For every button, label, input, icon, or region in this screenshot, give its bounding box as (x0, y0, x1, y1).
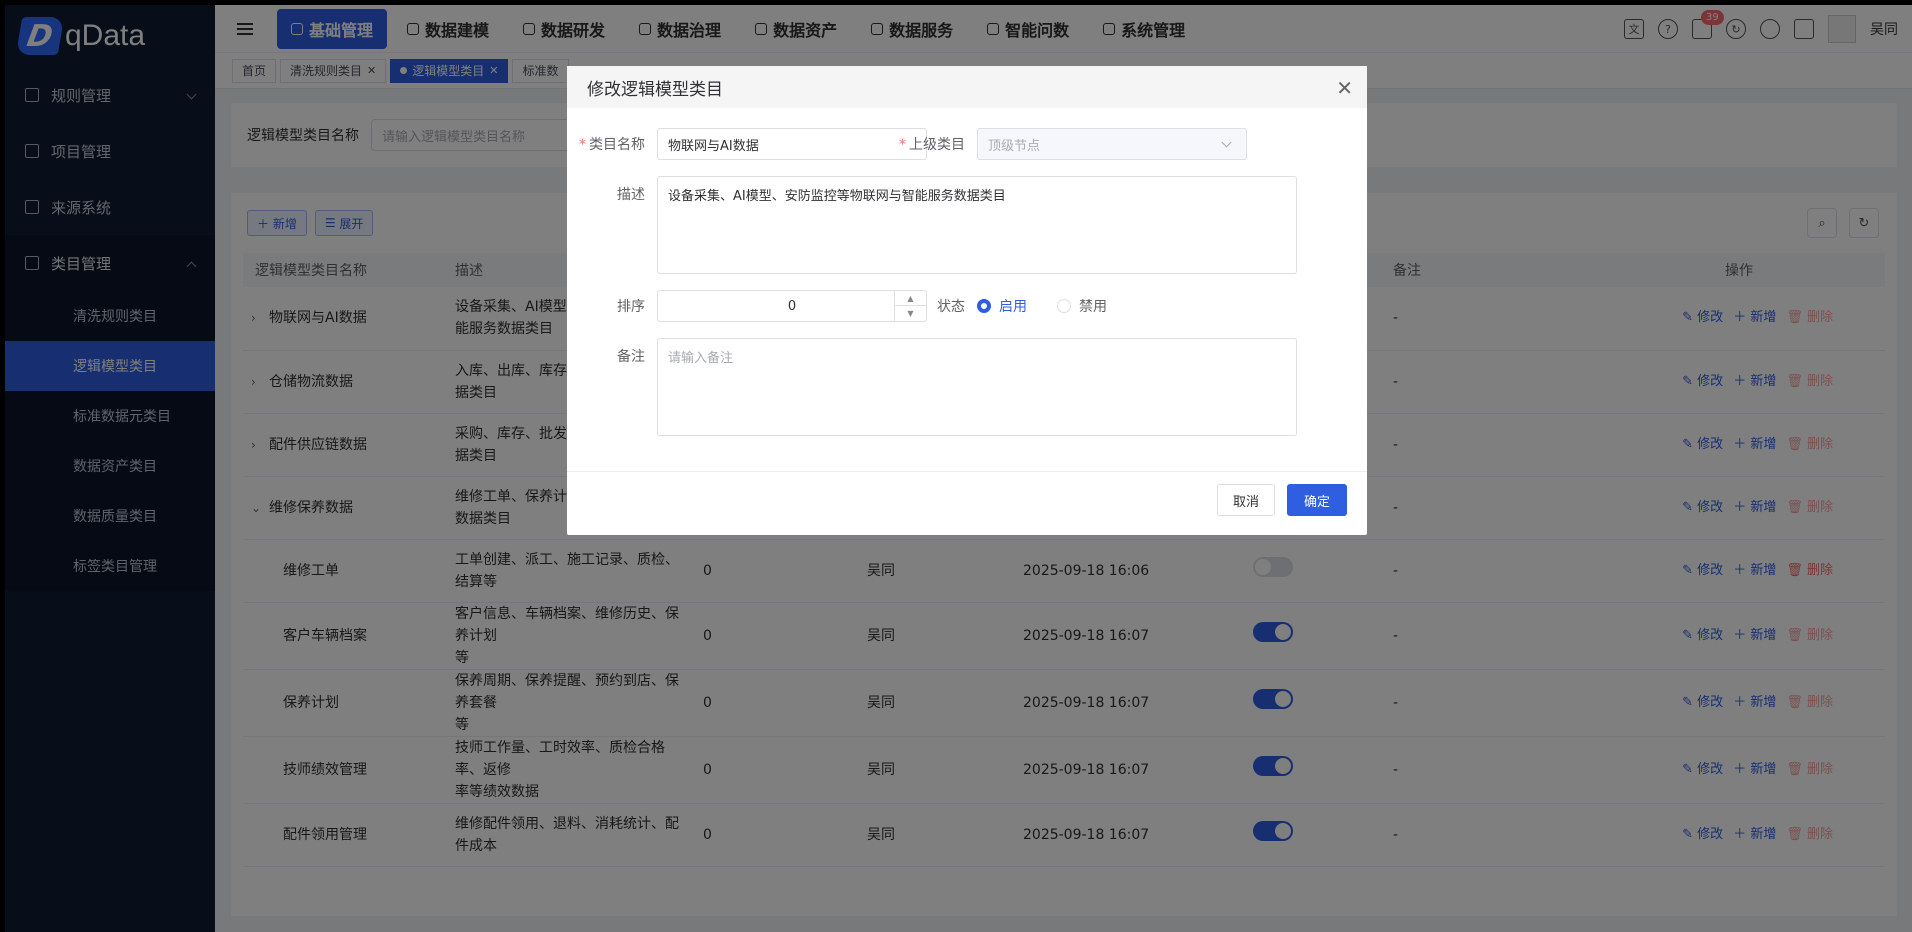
cancel-button[interactable]: 取消 (1217, 484, 1275, 516)
status-disabled-radio[interactable]: 禁用 (1057, 296, 1107, 316)
form-row-name: * 类目名称 物联网与AI数据 (567, 128, 927, 160)
parent-select[interactable]: 顶级节点 (977, 128, 1247, 160)
status-enabled-radio[interactable]: 启用 (977, 296, 1027, 316)
name-label: * 类目名称 (579, 137, 645, 153)
confirm-button[interactable]: 确定 (1287, 484, 1347, 516)
desc-textarea[interactable]: 设备采集、AI模型、安防监控等物联网与智能服务数据类目 (657, 176, 1297, 274)
form-row-parent: * 上级类目 顶级节点 (887, 128, 1247, 160)
remark-textarea[interactable]: 请输入备注 (657, 338, 1297, 436)
dialog-header: 修改逻辑模型类目 ✕ (567, 66, 1367, 108)
sort-value: 0 (787, 298, 797, 314)
app-window: D qData 规则管理 项目管理 来源系统 类目管理 清洗规则类目 逻辑模型类… (5, 5, 1912, 932)
dialog-footer: 取消 确定 (567, 471, 1367, 535)
parent-label: * 上级类目 (899, 137, 965, 153)
form-row-remark: 备注 请输入备注 (567, 338, 1297, 436)
form-row-sort: 排序 0 ▲ ▼ (567, 290, 927, 322)
remark-label: 备注 (617, 349, 645, 365)
form-row-status: 状态 启用 禁用 (887, 290, 1137, 322)
form-row-desc: 描述 设备采集、AI模型、安防监控等物联网与智能服务数据类目 (567, 176, 1297, 274)
status-label: 状态 (937, 299, 965, 315)
close-icon[interactable]: ✕ (1336, 76, 1353, 100)
desc-label: 描述 (617, 187, 645, 203)
sort-label: 排序 (617, 299, 645, 315)
dialog-title: 修改逻辑模型类目 (587, 79, 723, 100)
edit-category-dialog: 修改逻辑模型类目 ✕ * 类目名称 物联网与AI数据 * 上级类目 顶级节点 描述 … (567, 66, 1367, 535)
